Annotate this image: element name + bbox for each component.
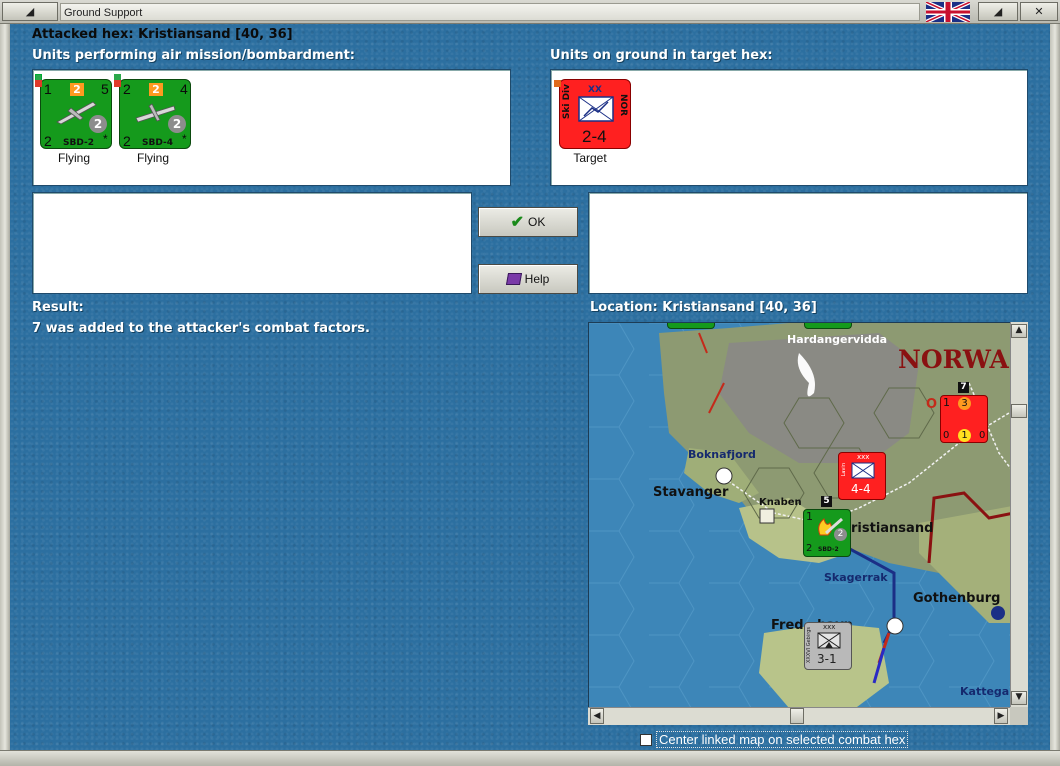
map-unit-bottom-left: 0	[943, 430, 950, 441]
map-label-hardanger: Hardangervidda	[787, 333, 888, 346]
help-book-icon	[505, 273, 522, 285]
center-map-checkbox[interactable]	[640, 734, 652, 746]
unit-type: Ski Div	[562, 84, 572, 120]
center-map-checkbox-label[interactable]: Center linked map on selected combat hex	[656, 731, 909, 748]
defender-modifiers-panel	[588, 192, 1028, 294]
map-label-kattegat: Kattega	[960, 685, 1010, 698]
attacker-unit-sbd4[interactable]: 2 2 4 2 2 SBD-4 *	[114, 74, 191, 149]
attacker-status-2: Flying	[136, 151, 169, 165]
unit-mark: *	[182, 132, 187, 146]
ok-button[interactable]: ✔ OK	[478, 207, 578, 237]
linked-map[interactable]: NORWA Hardangervidda Boknafjord Stavange…	[588, 322, 1028, 725]
help-button[interactable]: Help	[478, 264, 578, 294]
range-value: 5	[101, 81, 109, 97]
help-label: Help	[524, 272, 550, 286]
map-unit-steps: 2	[834, 528, 847, 541]
map-label-kristiansand: ristiansand	[851, 521, 934, 536]
scroll-right-arrow-icon[interactable]: ▶	[994, 708, 1008, 724]
location-label: Location: Kristiansand [40, 36]	[590, 300, 817, 315]
uk-flag-icon[interactable]	[925, 0, 971, 24]
ok-label: OK	[528, 215, 546, 229]
defenders-label: Units on ground in target hex:	[550, 48, 773, 63]
defender-status-1: Target	[573, 151, 607, 165]
map-unit-size: xxx	[823, 623, 836, 631]
status-marker-icon	[35, 80, 42, 87]
unit-size: XX	[588, 85, 602, 95]
map-vertical-scrollbar[interactable]	[1010, 322, 1028, 708]
status-marker-icon	[554, 80, 561, 87]
map-unit-strength: 3-1	[817, 652, 837, 666]
scroll-down-arrow-icon[interactable]: ▼	[1011, 691, 1027, 705]
map-label-boknafjord: Boknafjord	[688, 448, 756, 461]
attackers-label: Units performing air mission/bombardment…	[32, 48, 356, 63]
range-value: 4	[180, 81, 188, 97]
unit-name: SBD-4	[142, 138, 173, 148]
unit-name: SBD-2	[63, 138, 94, 148]
defender-unit-ski-div[interactable]: Ski Div XX NOR 2-4	[554, 79, 631, 149]
attack-badge: 2	[70, 83, 84, 96]
scroll-left-arrow-icon[interactable]: ◀	[590, 708, 604, 724]
map-unit-attack: 3	[958, 397, 971, 410]
scroll-corner	[1010, 707, 1028, 725]
window-menu-icon: ◢	[25, 5, 35, 18]
left-frame	[0, 24, 10, 750]
map-unit-strength: 4-4	[851, 482, 871, 496]
unit-mark: *	[103, 132, 108, 146]
unit-bottom-left-value: 2	[123, 133, 131, 149]
attacker-modifiers-panel	[32, 192, 472, 294]
unit-top-left-value: 1	[44, 81, 52, 97]
horizontal-scroll-thumb[interactable]	[790, 708, 804, 724]
status-marker-icon	[114, 80, 121, 87]
attacker-status-1: Flying	[57, 151, 90, 165]
map-unit-top-left: 1	[943, 396, 950, 409]
restore-button[interactable]: ◢	[978, 2, 1018, 21]
right-frame	[1050, 24, 1060, 750]
map-unit-circle: 1	[958, 429, 971, 442]
result-label: Result:	[32, 300, 84, 315]
map-unit-type: Lavin	[841, 463, 847, 477]
map-unit-grey-corps[interactable]: xxx XXXVI Gebirgs 3-1	[804, 622, 852, 670]
unit-bottom-left-value: 2	[44, 133, 52, 149]
map-unit-partial-1[interactable]	[667, 323, 715, 329]
steps-circle: 2	[168, 115, 186, 133]
unit-nation: NOR	[618, 94, 628, 117]
map-unit-xxx-corps[interactable]: xxx Lavin 4-4	[838, 452, 886, 500]
close-button[interactable]: ✕	[1020, 2, 1058, 21]
steps-circle: 2	[89, 115, 107, 133]
result-text: 7 was added to the attacker's combat fac…	[32, 321, 370, 336]
map-air-stack-count: 5	[821, 496, 832, 507]
map-label-norway: NORWA	[898, 345, 1009, 374]
map-unit-name: SBD-2	[818, 546, 839, 553]
checkmark-icon: ✔	[510, 214, 525, 231]
bottom-frame	[0, 750, 1060, 766]
restore-icon: ◢	[993, 5, 1003, 18]
mountain-infantry-icon	[817, 632, 841, 649]
map-label-skagerrak: Skagerrak	[824, 571, 888, 584]
close-icon: ✕	[1034, 5, 1044, 18]
map-unit-target-stack[interactable]: 1 3 1 0 0	[940, 395, 988, 443]
map-unit-air-stack[interactable]: 1 2 2 SBD-2	[803, 509, 851, 557]
unit-strength: 2-4	[582, 127, 607, 146]
map-label-knaben: Knaben	[759, 497, 802, 508]
attack-badge: 2	[149, 83, 163, 96]
unit-top-left-value: 2	[123, 81, 131, 97]
map-unit-type: XXXVI Gebirgs	[806, 627, 812, 664]
attacked-hex-label: Attacked hex: Kristiansand [40, 36]	[32, 27, 293, 42]
infantry-icon	[851, 462, 875, 479]
window-menu-button[interactable]: ◢	[2, 2, 58, 21]
map-label-gothenburg: Gothenburg	[913, 591, 1001, 606]
map-label-stavanger: Stavanger	[653, 485, 729, 500]
map-unit-bottom-right: 0	[979, 430, 986, 441]
map-stack-count: 7	[958, 382, 969, 393]
vertical-scroll-thumb[interactable]	[1011, 404, 1027, 418]
map-unit-top-left: 1	[806, 510, 813, 523]
attacker-unit-sbd2[interactable]: 1 2 5 2 2 SBD-2 *	[35, 74, 112, 149]
map-unit-partial-2[interactable]	[804, 323, 852, 329]
window-title: Ground Support	[60, 3, 920, 21]
map-unit-size: xxx	[857, 453, 870, 461]
map-ring-icon: O	[926, 397, 938, 412]
ski-infantry-icon	[578, 96, 614, 122]
map-unit-bottom-left: 2	[806, 543, 813, 554]
scroll-up-arrow-icon[interactable]: ▲	[1011, 324, 1027, 338]
